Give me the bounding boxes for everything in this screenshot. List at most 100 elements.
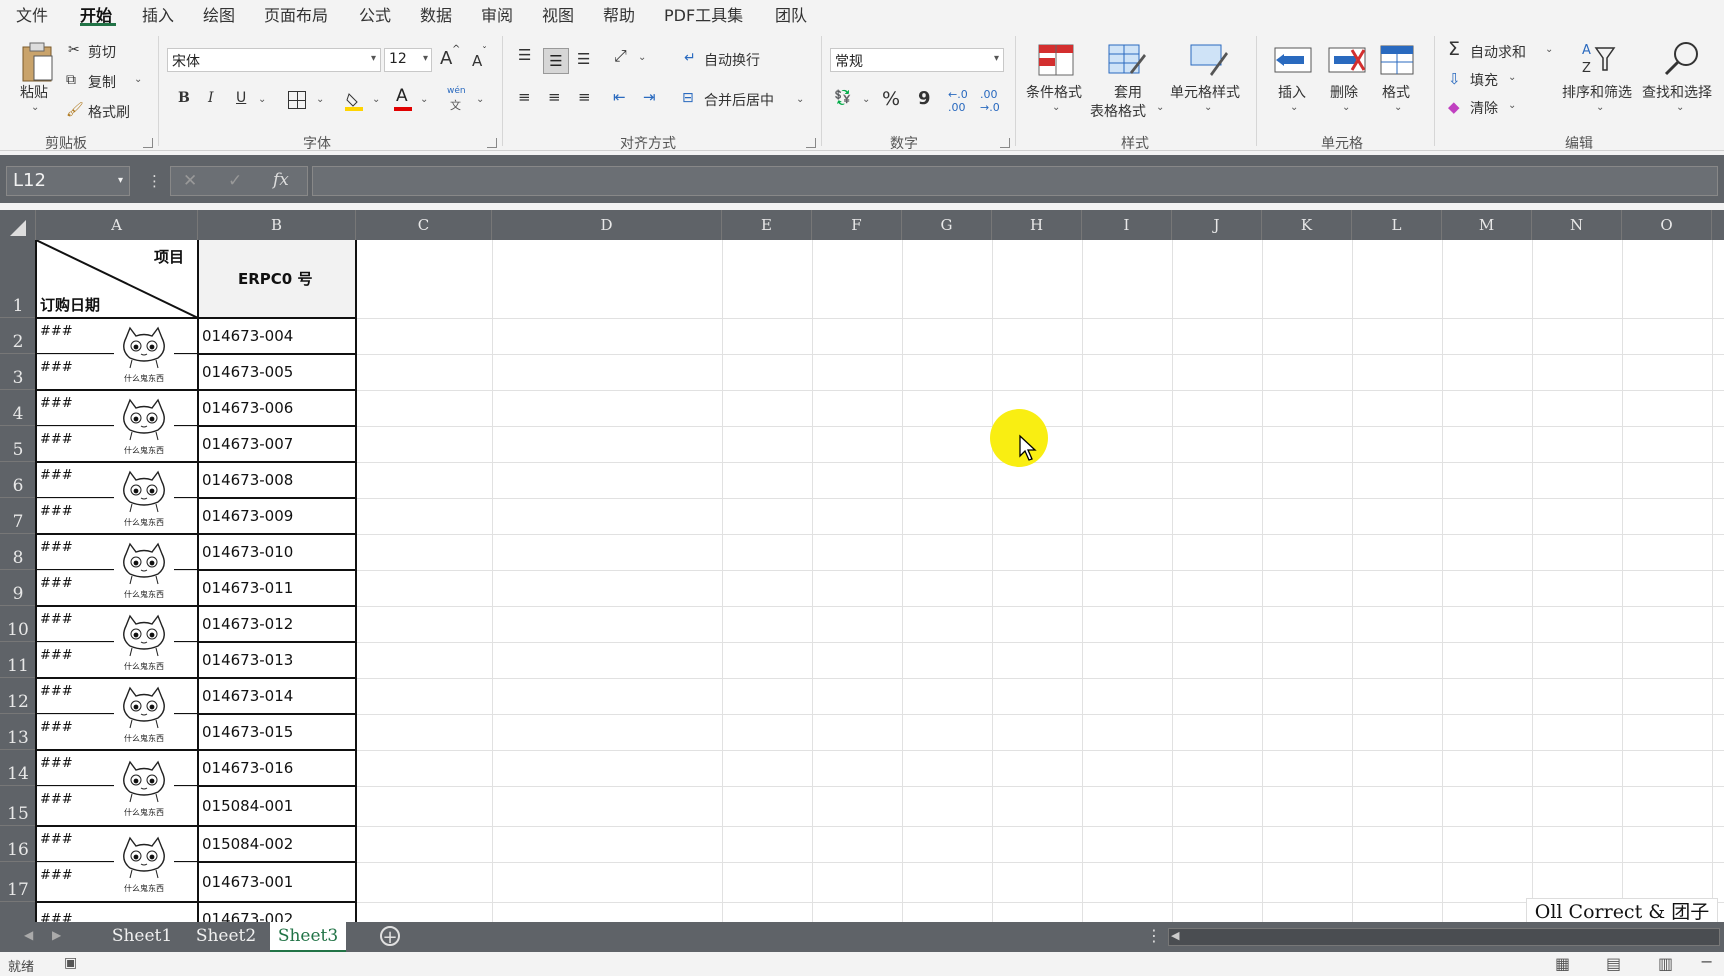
column-header-n[interactable]: N	[1532, 210, 1622, 240]
insert-cells-button[interactable]: 插入	[1278, 82, 1306, 102]
order-date-cell[interactable]: ###	[40, 612, 73, 627]
order-date-cell[interactable]: ###	[40, 720, 73, 735]
order-date-cell[interactable]: ###	[40, 648, 73, 663]
erp-number-cell[interactable]: 014673-005	[202, 363, 293, 381]
row-header-15[interactable]: 15	[0, 786, 36, 826]
select-all-corner[interactable]	[0, 210, 36, 240]
clear-button[interactable]: 清除	[1470, 98, 1498, 118]
format-as-table-button[interactable]: 表格格式	[1090, 101, 1146, 121]
merge-center-icon[interactable]: ⊟	[682, 90, 694, 106]
column-header-i[interactable]: I	[1082, 210, 1172, 240]
orientation-dropdown-icon[interactable]: ⌄	[638, 52, 646, 63]
autosum-button[interactable]: 自动求和	[1470, 42, 1526, 62]
more-options-icon[interactable]: ⋮	[147, 172, 162, 190]
erp-number-cell[interactable]: 014673-014	[202, 687, 293, 705]
column-header-o[interactable]: O	[1622, 210, 1712, 240]
borders-dropdown-icon[interactable]: ⌄	[316, 94, 324, 105]
erp-number-cell[interactable]: 014673-013	[202, 651, 293, 669]
chevron-down-icon[interactable]: ⌄	[1156, 102, 1164, 113]
row-header-6[interactable]: 6	[0, 462, 36, 498]
menu-insert[interactable]: 插入	[142, 2, 174, 26]
row-header-17[interactable]: 17	[0, 862, 36, 902]
delete-cells-icon[interactable]	[1328, 44, 1366, 76]
erp-number-cell[interactable]: 015084-001	[202, 797, 293, 815]
merge-dropdown-icon[interactable]: ⌄	[796, 94, 804, 105]
font-launcher-icon[interactable]	[487, 138, 497, 148]
comma-style-button[interactable]: 9	[918, 88, 931, 109]
row-header-5[interactable]: 5	[0, 426, 36, 462]
order-date-cell[interactable]: ###	[40, 832, 73, 847]
font-size-select[interactable]: 12 ▾	[384, 48, 432, 72]
font-color-button[interactable]: A	[396, 86, 408, 106]
order-date-cell[interactable]: ###	[40, 432, 73, 447]
erp-number-cell[interactable]: 014673-008	[202, 471, 293, 489]
format-cells-icon[interactable]	[1380, 40, 1416, 76]
copy-button[interactable]: 复制	[88, 72, 116, 92]
erp-number-cell[interactable]: 014673-016	[202, 759, 293, 777]
normal-view-icon[interactable]: ▦	[1555, 954, 1570, 973]
menu-help[interactable]: 帮助	[603, 2, 635, 26]
row-header-11[interactable]: 11	[0, 642, 36, 678]
row-header-1[interactable]: 1	[0, 240, 36, 318]
insert-function-icon[interactable]: fx	[273, 170, 289, 190]
column-header-k[interactable]: K	[1262, 210, 1352, 240]
increase-indent-icon[interactable]: ⇥	[643, 88, 656, 106]
autosum-icon[interactable]: Σ	[1448, 38, 1460, 60]
macro-record-icon[interactable]: ▣	[64, 955, 77, 971]
chevron-down-icon[interactable]: ⌄	[1290, 102, 1298, 113]
row-header-4[interactable]: 4	[0, 390, 36, 426]
conditional-formatting-button[interactable]: 条件格式	[1026, 82, 1082, 102]
number-format-select[interactable]: 常规 ▾	[830, 48, 1004, 72]
column-header-c[interactable]: C	[356, 210, 492, 240]
erp-number-cell[interactable]: 014673-011	[202, 579, 293, 597]
erp-number-cell[interactable]: 014673-015	[202, 723, 293, 741]
scroll-right-icon[interactable]: ▶	[52, 928, 61, 942]
scroll-left-icon[interactable]: ◀	[24, 928, 33, 942]
menu-review[interactable]: 审阅	[481, 2, 513, 26]
increase-decimal-icon[interactable]: ←.0.00	[948, 88, 968, 114]
alignment-launcher-icon[interactable]	[806, 138, 816, 148]
sort-filter-button[interactable]: 排序和筛选	[1562, 82, 1632, 102]
phonetic-guide-icon[interactable]: wén	[447, 86, 466, 96]
column-header-a[interactable]: A	[36, 210, 198, 240]
chevron-down-icon[interactable]: ⌄	[1394, 102, 1402, 113]
menu-data[interactable]: 数据	[420, 2, 452, 26]
column-header-j[interactable]: J	[1172, 210, 1262, 240]
chevron-down-icon[interactable]: ⌄	[1204, 102, 1212, 113]
align-right-icon[interactable]: ≡	[578, 88, 591, 106]
sheet-tab-sheet1[interactable]: Sheet1	[104, 922, 180, 950]
row-header-9[interactable]: 9	[0, 570, 36, 606]
order-date-cell[interactable]: ###	[40, 396, 73, 411]
align-center-icon[interactable]: ≡	[548, 88, 561, 106]
row-header-12[interactable]: 12	[0, 678, 36, 714]
menu-page-layout[interactable]: 页面布局	[264, 2, 328, 26]
orientation-icon[interactable]: ⤢	[614, 46, 627, 66]
underline-button[interactable]: U	[236, 90, 246, 106]
erp-number-cell[interactable]: 014673-004	[202, 327, 293, 345]
order-date-cell[interactable]: ###	[40, 468, 73, 483]
row-header-8[interactable]: 8	[0, 534, 36, 570]
delete-cells-button[interactable]: 删除	[1330, 82, 1358, 102]
align-bottom-icon[interactable]: ☰	[577, 50, 590, 68]
font-color-dropdown-icon[interactable]: ⌄	[420, 94, 428, 105]
order-date-cell[interactable]: ###	[40, 540, 73, 555]
wrap-text-icon[interactable]: ↵	[684, 50, 696, 66]
scroll-left-arrow-icon[interactable]: ◀	[1171, 929, 1179, 942]
percent-button[interactable]: %	[882, 88, 900, 110]
column-header-g[interactable]: G	[902, 210, 992, 240]
fill-color-icon[interactable]	[345, 90, 363, 112]
order-date-cell[interactable]: ###	[40, 324, 73, 339]
row-header-14[interactable]: 14	[0, 750, 36, 786]
erp-number-cell[interactable]: 014673-001	[202, 873, 293, 891]
horizontal-scrollbar[interactable]: ◀	[1168, 928, 1720, 946]
phonetic-dropdown-icon[interactable]: ⌄	[476, 94, 484, 105]
borders-icon[interactable]	[288, 91, 306, 109]
wrap-text-button[interactable]: 自动换行	[704, 50, 760, 70]
currency-dropdown-icon[interactable]: ⌄	[862, 94, 870, 105]
italic-button[interactable]: I	[208, 90, 214, 106]
format-painter-icon[interactable]: 🖌	[66, 102, 84, 118]
column-header-d[interactable]: D	[492, 210, 722, 240]
cancel-icon[interactable]: ✕	[183, 171, 197, 191]
chevron-down-icon[interactable]: ⌄	[1052, 102, 1060, 113]
align-left-icon[interactable]: ≡	[518, 88, 531, 106]
